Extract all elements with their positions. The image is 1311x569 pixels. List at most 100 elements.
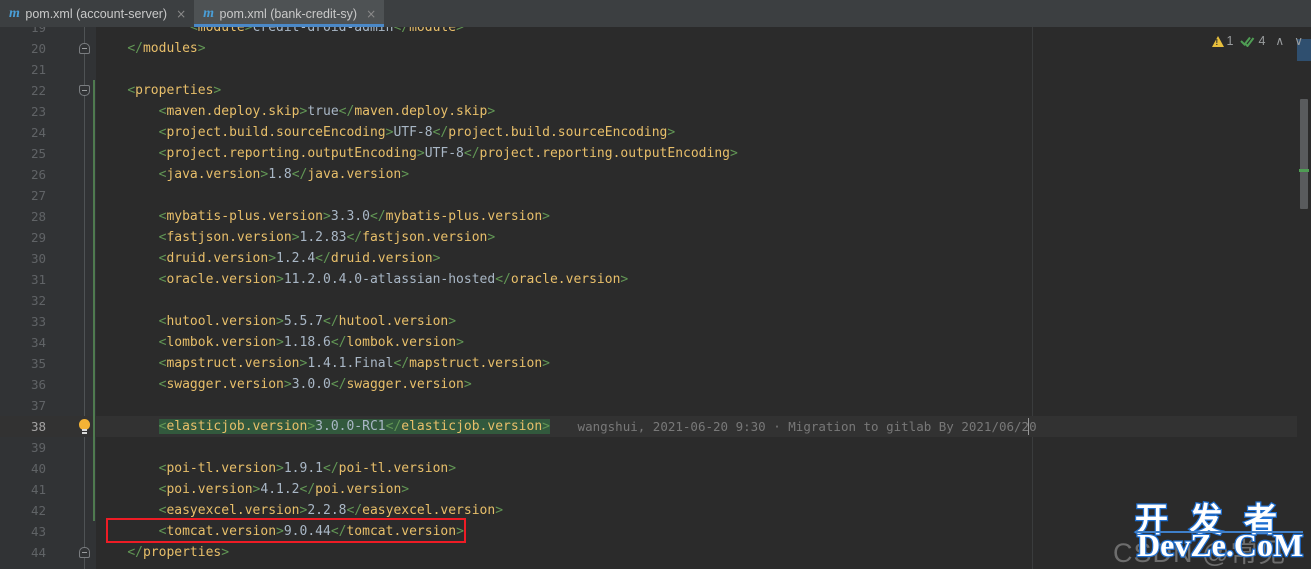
code-line[interactable]: <lombok.version>1.18.6</lombok.version> [96, 332, 464, 353]
code-token: UTF-8 [393, 125, 433, 140]
code-token: > [276, 335, 284, 350]
code-fold-toggle-icon[interactable] [79, 547, 90, 558]
code-token: > [268, 251, 277, 266]
code-line[interactable]: <hutool.version>5.5.7</hutool.version> [96, 311, 456, 332]
code-token: > [197, 41, 206, 56]
code-token: > [620, 272, 629, 287]
code-token: 1.9.1 [283, 461, 323, 476]
tab-pom-bank-credit-sy[interactable]: m pom.xml (bank-credit-sy) × [194, 0, 385, 27]
code-token: mybatis-plus.version [166, 209, 323, 224]
code-line[interactable]: <easyexcel.version>2.2.8</easyexcel.vers… [96, 500, 503, 521]
code-line[interactable]: <module>credit-droid-admin</module> [96, 27, 464, 38]
line-number: 44 [30, 545, 46, 560]
code-line[interactable]: </modules> [96, 38, 206, 59]
code-token: </ [346, 503, 363, 518]
chevron-down-icon[interactable]: ∨ [1294, 34, 1303, 48]
code-token: </ [127, 41, 143, 56]
double-check-icon [1240, 36, 1255, 47]
code-token: project.build.sourceEncoding [166, 125, 386, 140]
code-line[interactable]: <properties> [96, 80, 221, 101]
code-token: hutool.version [166, 314, 277, 329]
code-line[interactable]: <swagger.version>3.0.0</swagger.version> [96, 374, 472, 395]
code-line[interactable]: <java.version>1.8</java.version> [96, 164, 409, 185]
code-token: > [463, 377, 472, 392]
code-token: > [416, 146, 425, 161]
editor-scrollbar-track[interactable] [1297, 27, 1311, 569]
line-number: 20 [30, 41, 46, 56]
code-token: > [456, 27, 464, 35]
code-token: mapstruct.version [166, 356, 300, 371]
code-line[interactable]: <tomcat.version>9.0.44</tomcat.version> [96, 521, 464, 542]
code-token: 3.0.0-RC1 [315, 419, 386, 434]
code-line[interactable]: </properties> [96, 542, 229, 563]
code-editor[interactable]: 19 <module>credit-droid-admin</module> 20… [0, 27, 1311, 569]
scrollbar-thumb[interactable] [1300, 99, 1308, 209]
line-number: 39 [30, 440, 46, 455]
code-line[interactable]: <poi-tl.version>1.9.1</poi-tl.version> [96, 458, 456, 479]
code-token: druid.version [166, 251, 269, 266]
code-token: true [307, 104, 339, 119]
code-token: poi.version [315, 482, 402, 497]
code-folding-gutter[interactable] [58, 27, 96, 569]
code-line[interactable]: <mybatis-plus.version>3.3.0</mybatis-plu… [96, 206, 550, 227]
tab-pom-account-server[interactable]: m pom.xml (account-server) × [0, 0, 195, 27]
code-token: credit-droid-admin [252, 27, 394, 35]
code-token: </ [432, 125, 449, 140]
close-icon[interactable]: × [366, 8, 376, 20]
code-line[interactable]: <project.build.sourceEncoding>UTF-8</pro… [96, 122, 676, 143]
code-token: swagger.version [346, 377, 464, 392]
code-token: </ [385, 419, 402, 434]
code-token: > [487, 104, 496, 119]
close-icon[interactable]: × [176, 8, 186, 20]
code-token: 2.2.8 [307, 503, 347, 518]
code-line[interactable]: <mapstruct.version>1.4.1.Final</mapstruc… [96, 353, 550, 374]
code-line[interactable]: <druid.version>1.2.4</druid.version> [96, 248, 441, 269]
code-token: fastjson.version [362, 230, 488, 245]
code-token: </ [338, 104, 355, 119]
tab-label: pom.xml (account-server) [25, 6, 168, 21]
code-token: poi.version [166, 482, 253, 497]
code-line[interactable]: <oracle.version>11.2.0.4.0-atlassian-hos… [96, 269, 629, 290]
vcs-change-bar[interactable] [93, 80, 95, 521]
code-token: </ [299, 482, 316, 497]
warning-indicator[interactable]: 1 [1211, 34, 1233, 48]
line-number: 22 [30, 83, 46, 98]
code-fold-toggle-icon[interactable] [79, 43, 90, 54]
line-number: 37 [30, 398, 46, 413]
code-line[interactable]: <elasticjob.version>3.0.0-RC1</elasticjo… [96, 416, 550, 437]
code-token: easyexcel.version [166, 503, 300, 518]
line-number: 35 [30, 356, 46, 371]
code-token: > [323, 209, 331, 224]
code-token: maven.deploy.skip [166, 104, 300, 119]
vcs-change-marker[interactable] [1299, 169, 1309, 172]
code-token: lombok.version [166, 335, 277, 350]
code-token: project.reporting.outputEncoding [479, 146, 730, 161]
code-token: module [409, 27, 457, 35]
text-caret [1028, 418, 1029, 435]
chevron-up-icon[interactable]: ∧ [1275, 34, 1284, 48]
inspection-widget[interactable]: 1 4 ∧ ∨ [1205, 31, 1303, 51]
code-token: </ [330, 377, 347, 392]
code-token: > [307, 419, 316, 434]
ok-indicator[interactable]: 4 [1240, 34, 1265, 48]
code-token: > [276, 524, 284, 539]
code-token: </ [330, 335, 347, 350]
code-token: > [283, 377, 292, 392]
intention-bulb-icon[interactable] [77, 419, 92, 435]
code-token: > [276, 272, 284, 287]
code-token: java.version [166, 167, 261, 182]
maven-m-icon: m [9, 5, 20, 21]
code-line[interactable]: <fastjson.version>1.2.83</fastjson.versi… [96, 227, 496, 248]
code-token: druid.version [330, 251, 433, 266]
code-fold-toggle-icon[interactable] [79, 85, 90, 96]
code-line[interactable]: <project.reporting.outputEncoding>UTF-8<… [96, 143, 738, 164]
code-line[interactable]: <maven.deploy.skip>true</maven.deploy.sk… [96, 101, 496, 122]
code-line[interactable]: <poi.version>4.1.2</poi.version> [96, 479, 409, 500]
